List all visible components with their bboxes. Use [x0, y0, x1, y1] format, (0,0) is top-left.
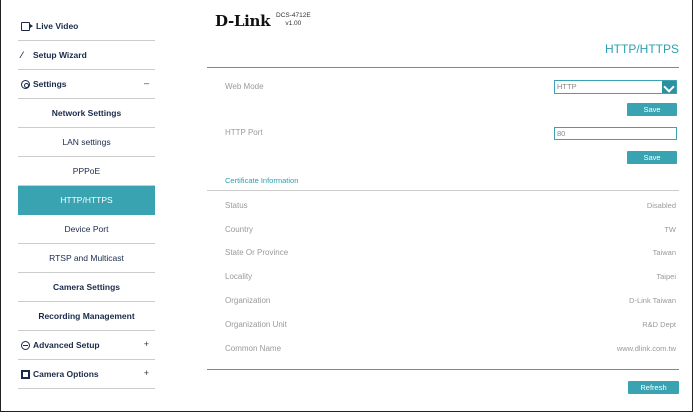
cert-state-label: State Or Province: [225, 248, 289, 257]
dlink-logo: D-Link: [215, 12, 271, 30]
gear-icon: [21, 79, 30, 89]
sidebar-item-live-video[interactable]: Live Video: [18, 12, 155, 41]
cert-common-name-label: Common Name: [225, 344, 282, 353]
cert-status-label: Status: [225, 201, 248, 210]
http-port-label: HTTP Port: [225, 128, 263, 137]
cert-locality-value: Taipei: [656, 272, 676, 281]
cert-organization-unit-value: R&D Dept: [642, 320, 676, 329]
cert-country-label: Country: [225, 225, 254, 234]
collapse-icon[interactable]: –: [144, 78, 149, 88]
sidebar-item-label: Device Port: [64, 224, 109, 234]
sidebar-item-label: Network Settings: [51, 108, 122, 118]
sidebar-item-settings[interactable]: Settings –: [18, 70, 155, 99]
sidebar-item-label: Advanced Setup: [33, 340, 100, 350]
sidebar-item-advanced-setup[interactable]: Advanced Setup +: [18, 331, 155, 360]
sidebar-item-label: Camera Options: [33, 369, 99, 379]
cert-organization-label: Organization: [225, 296, 271, 305]
cert-country-value: TW: [664, 225, 676, 234]
expand-icon[interactable]: +: [144, 368, 149, 378]
section-divider: [207, 190, 679, 191]
sidebar-item-camera-settings[interactable]: Camera Settings: [18, 273, 155, 302]
cert-status-value: Disabled: [646, 201, 676, 210]
video-camera-icon: [21, 21, 33, 31]
sidebar-item-label: RTSP and Multicast: [49, 253, 124, 263]
sidebar-item-label: Live Video: [36, 21, 79, 31]
web-mode-selected-value: HTTP: [557, 82, 577, 91]
sidebar-item-device-port[interactable]: Device Port: [18, 215, 155, 244]
bottom-divider: [207, 369, 679, 370]
cert-locality-label: Locality: [225, 272, 253, 281]
sidebar-item-pppoe[interactable]: PPPoE: [18, 157, 155, 186]
sidebar-item-label: Camera Settings: [52, 282, 121, 292]
firmware-version: v1.00: [285, 20, 302, 27]
sidebar-item-label: LAN settings: [62, 137, 111, 147]
sidebar-item-setup-wizard[interactable]: ⁄ Setup Wizard: [18, 41, 155, 70]
cert-organization-unit-label: Organization Unit: [225, 320, 287, 329]
sidebar: Live Video ⁄ Setup Wizard Settings – Net…: [18, 12, 155, 389]
model-info: DCS-4712E v1.00: [276, 12, 311, 28]
cert-state-value: Taiwan: [652, 248, 676, 257]
magic-wand-icon: ⁄: [21, 49, 23, 60]
title-divider: [207, 67, 679, 68]
page-title: HTTP/HTTPS: [605, 42, 679, 56]
advanced-setup-icon: [21, 340, 30, 350]
chevron-down-icon[interactable]: [662, 81, 676, 93]
sidebar-item-label: Recording Management: [38, 311, 135, 321]
refresh-button[interactable]: Refresh: [628, 381, 679, 394]
cert-common-name-value: www.dlink.com.tw: [616, 344, 676, 353]
sidebar-item-camera-options[interactable]: Camera Options +: [18, 360, 155, 389]
sidebar-item-lan-settings[interactable]: LAN settings: [18, 128, 155, 157]
sidebar-item-label: HTTP/HTTPS: [60, 195, 113, 205]
sidebar-item-rtsp-multicast[interactable]: RTSP and Multicast: [18, 244, 155, 273]
save-http-port-button[interactable]: Save: [627, 151, 677, 164]
certificate-section-title: Certificate Information: [225, 176, 299, 185]
web-mode-label: Web Mode: [225, 82, 264, 91]
cert-organization-value: D-Link Taiwan: [629, 296, 676, 305]
camera-options-icon: [21, 369, 30, 379]
save-web-mode-button[interactable]: Save: [627, 103, 677, 116]
expand-icon[interactable]: +: [144, 339, 149, 349]
web-mode-select[interactable]: HTTP: [554, 80, 677, 94]
sidebar-item-network-settings[interactable]: Network Settings: [18, 99, 155, 128]
model-name: DCS-4712E: [276, 12, 311, 19]
sidebar-item-http-https[interactable]: HTTP/HTTPS: [18, 186, 155, 215]
sidebar-item-label: PPPoE: [72, 166, 101, 176]
http-port-input[interactable]: 80: [554, 127, 677, 140]
sidebar-item-label: Setup Wizard: [33, 50, 87, 60]
sidebar-item-label: Settings: [33, 79, 67, 89]
sidebar-item-recording-management[interactable]: Recording Management: [18, 302, 155, 331]
